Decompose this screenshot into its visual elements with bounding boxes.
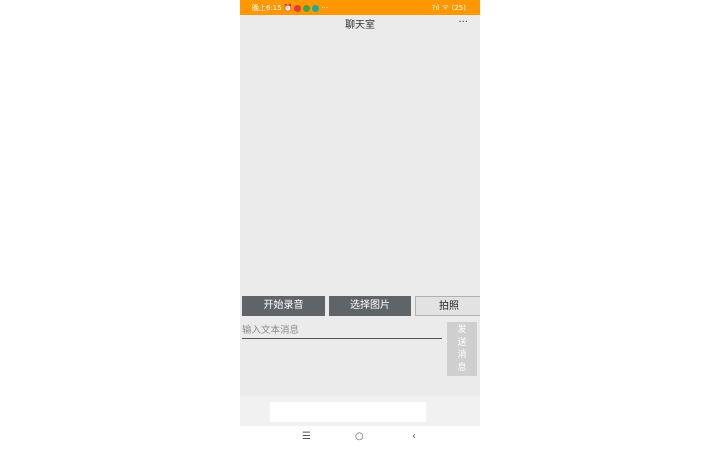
choose-image-button[interactable]: 选择图片 [329,296,411,316]
more-notifications-icon: ··· [321,4,329,12]
wechat-icon [303,4,311,12]
message-list[interactable] [240,32,480,294]
system-navigation-bar: ☰ ○ ‹ [240,426,480,450]
send-message-label: 发送消息 [457,325,467,373]
ime-input-box[interactable] [270,402,426,422]
home-icon[interactable]: ○ [355,431,364,442]
menu-icon[interactable]: ☰ [302,431,311,442]
battery-icon: (25) [451,3,466,12]
signal-icon: ?ıl [431,3,440,12]
take-photo-button[interactable]: 拍照 [415,296,480,316]
send-message-button[interactable]: 发送消息 [447,322,477,376]
more-options-icon[interactable]: ··· [458,17,468,28]
back-icon[interactable]: ‹ [412,431,416,442]
message-icon [312,4,320,12]
phone-screen: 晚上6:15 ⏰ ··· ?ıl ᯤ (25) 聊天室 ··· 开始录音 选择图… [240,0,480,450]
status-bar: 晚上6:15 ⏰ ··· ?ıl ᯤ (25) [240,0,480,15]
alarm-icon: ⏰ [283,4,293,12]
status-time: 晚上6:15 [252,4,282,12]
wifi-icon: ᯤ [442,3,449,11]
start-recording-button[interactable]: 开始录音 [242,296,325,316]
message-input[interactable] [242,322,442,339]
keyboard-bar [240,396,480,426]
page-title: 聊天室 [345,20,375,31]
notification-red-icon [294,4,302,12]
